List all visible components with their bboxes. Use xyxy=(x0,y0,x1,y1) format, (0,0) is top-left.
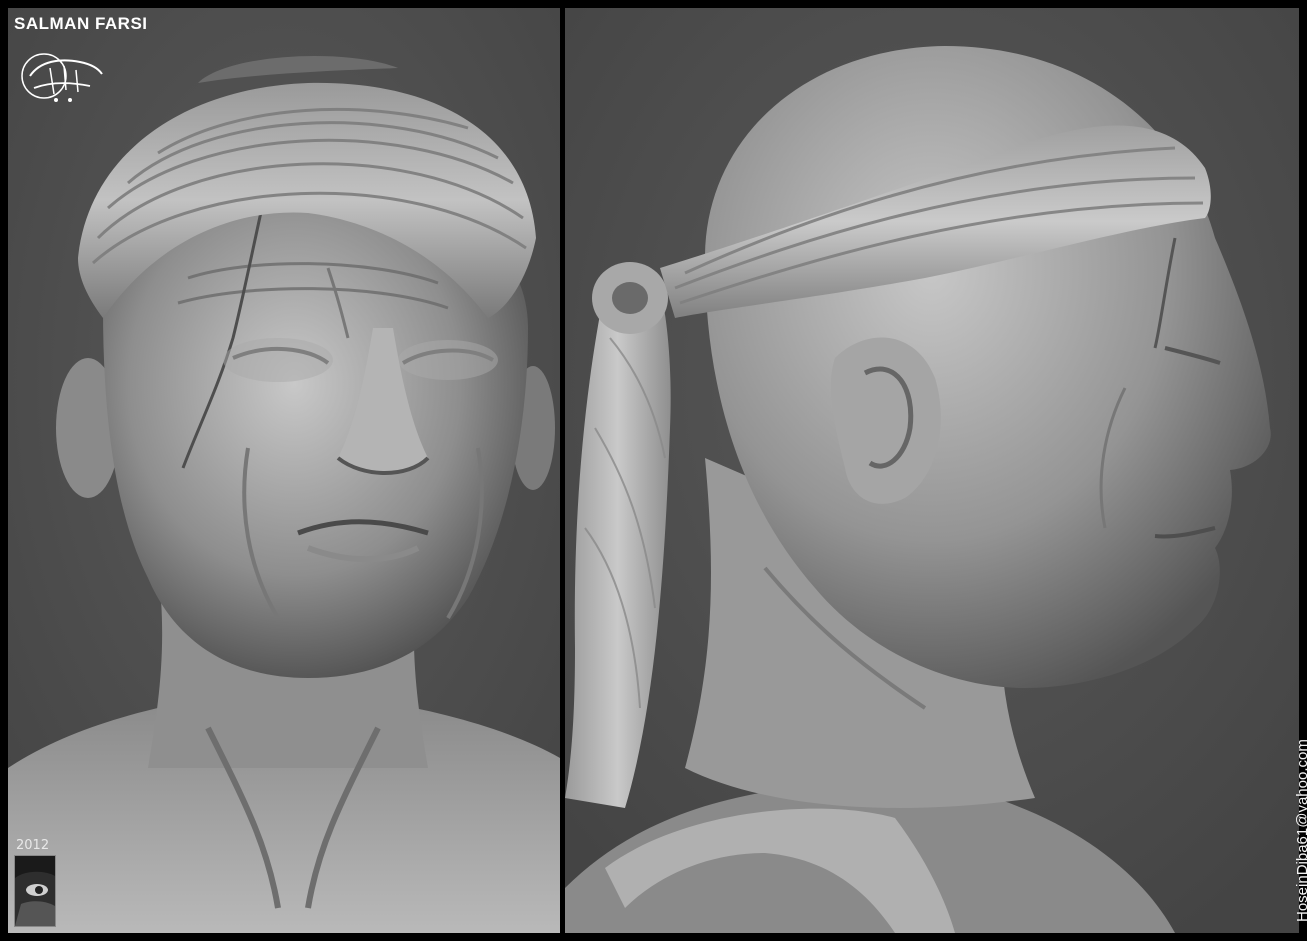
side-profile-sculpt xyxy=(565,8,1299,933)
contact-email: HoseinDiba61@yahoo.com xyxy=(1294,739,1307,922)
artwork-title: SALMAN FARSI xyxy=(14,14,148,33)
artwork-frame: SALMAN FARSI 2012 HoseinDiba61@yahoo.com xyxy=(0,0,1307,941)
front-view-panel xyxy=(8,8,560,933)
side-view-panel xyxy=(565,8,1299,933)
calligraphy-logo-icon xyxy=(21,53,103,102)
front-view-sculpt xyxy=(8,8,560,933)
artist-portrait-icon xyxy=(14,855,56,927)
year-label: 2012 xyxy=(16,838,50,853)
